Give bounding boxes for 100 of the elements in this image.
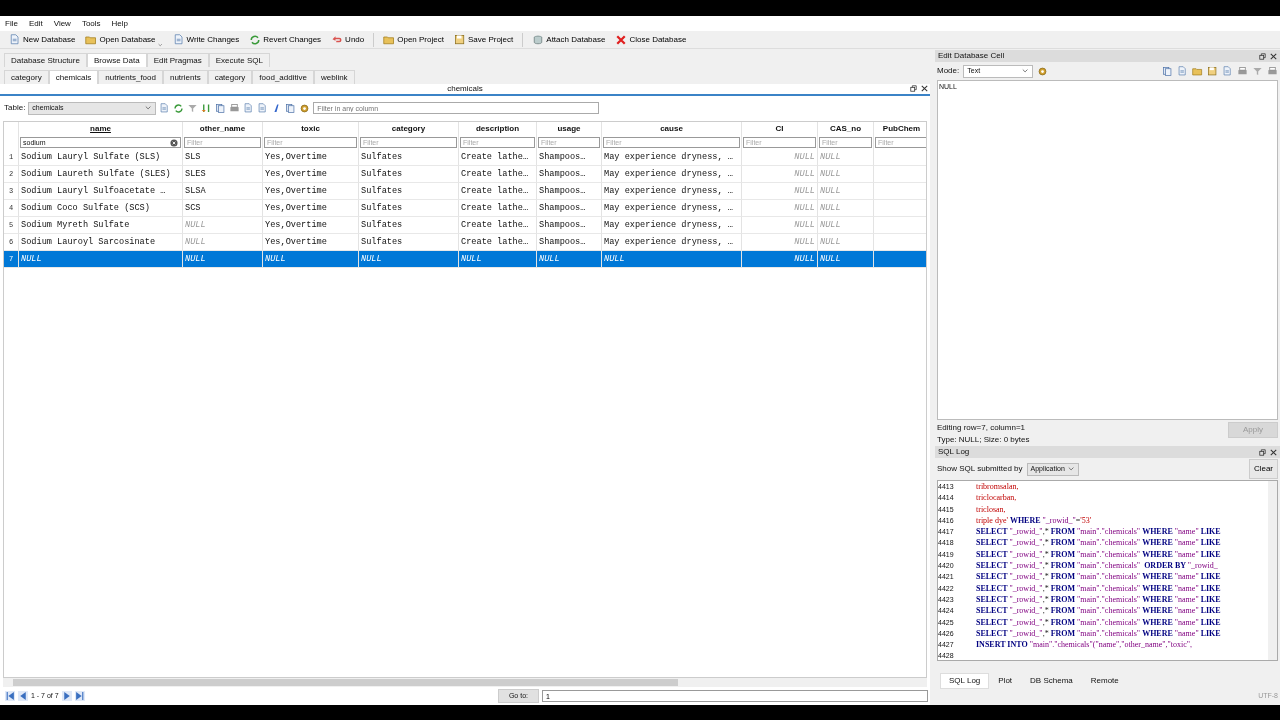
panel-title: Edit Database Cell [938, 50, 1005, 62]
document-icon[interactable] [159, 102, 171, 114]
restore-icon[interactable] [910, 85, 917, 92]
restore-icon[interactable] [1259, 52, 1266, 60]
code-line: triple dye' WHERE "_rowid_"='53' [976, 514, 1093, 527]
code-line: SELECT "_rowid_",* FROM "main"."chemicals" WHERE "name" LIKE [976, 605, 1222, 617]
clear-button[interactable]: Clear [1248, 459, 1278, 479]
toolbar-button[interactable]: Save Project [450, 31, 517, 48]
print-icon[interactable] [1237, 65, 1248, 77]
table-cell: NULL [818, 183, 874, 200]
main-tab[interactable]: Browse Data [86, 53, 147, 67]
filter-icon[interactable] [187, 102, 199, 114]
column-header[interactable]: cause [602, 122, 742, 136]
table-tab[interactable]: weblink [313, 70, 355, 84]
pages-icon[interactable] [285, 102, 297, 114]
print-icon[interactable] [1267, 65, 1278, 77]
table-cell: Yes,Overtime [263, 183, 359, 200]
print-icon[interactable] [229, 102, 241, 114]
column-header[interactable]: toxic [263, 122, 359, 136]
menu-item[interactable]: File [5, 17, 18, 30]
previous-page-icon[interactable] [18, 691, 28, 701]
table-cell: NULL [818, 166, 874, 183]
next-page-icon[interactable] [61, 691, 72, 701]
menu-item[interactable]: Tools [81, 17, 101, 30]
table-cell: Sodium Lauryl Sulfoacetate … [19, 183, 183, 200]
toolbar-button[interactable]: Open Database [82, 31, 166, 48]
table-cell: Sulfates [359, 183, 459, 200]
column-header[interactable]: category [359, 122, 459, 136]
table-cell: May experience dryness, … [602, 183, 742, 200]
status-text: Type: NULL; Size: 0 bytes [937, 434, 1030, 446]
code-line: SELECT "_rowid_",* FROM "main"."chemicals" WHERE "name" LIKE [976, 582, 1222, 594]
table-tab[interactable]: nutrients_food [98, 70, 163, 84]
column-header[interactable]: PubChem [874, 122, 926, 136]
column-header[interactable]: name [19, 122, 183, 136]
bottom-tab[interactable]: SQL Log [940, 673, 990, 689]
bottom-tab[interactable]: Plot [989, 673, 1022, 689]
code-line: SELECT "_rowid_",* FROM "main"."chemicals" WHERE "name" LIKE [976, 593, 1222, 606]
table-cell: NULL [459, 251, 537, 268]
table-tab[interactable]: category [4, 70, 49, 84]
close-icon[interactable] [1270, 448, 1277, 456]
pages-icon[interactable] [215, 102, 227, 114]
bottom-tab[interactable]: DB Schema [1021, 673, 1082, 689]
toolbar-button[interactable]: Open Project [380, 31, 447, 48]
table-cell: May experience dryness, … [602, 166, 742, 183]
bottom-tab[interactable]: Remote [1081, 673, 1128, 689]
main-tab[interactable]: Execute SQL [208, 53, 270, 67]
table-cell: SLES [183, 166, 263, 183]
table-cell: NULL [742, 149, 818, 166]
table-cell: Yes,Overtime [263, 200, 359, 217]
table-cell: Sulfates [359, 149, 459, 166]
column-header[interactable]: CAS_no [818, 122, 874, 136]
toolbar-button[interactable]: Write Changes [169, 31, 243, 48]
close-icon [615, 33, 628, 46]
document-icon [172, 33, 185, 46]
table-tab[interactable]: chemicals [48, 70, 99, 84]
column-header[interactable]: description [459, 122, 537, 136]
pages-icon[interactable] [1162, 65, 1173, 77]
main-tab[interactable]: Database Structure [4, 53, 87, 67]
document-icon[interactable] [1222, 65, 1233, 77]
table-tab[interactable]: food_additive [252, 70, 314, 84]
refresh-icon[interactable] [173, 102, 185, 114]
table-cell: Sodium Myreth Sulfate [19, 217, 183, 234]
table-cell: SCS [183, 200, 263, 217]
column-header[interactable]: usage [537, 122, 602, 136]
document-icon[interactable] [1177, 65, 1188, 77]
column-header[interactable]: CI [742, 122, 818, 136]
table-cell: NULL [19, 251, 183, 268]
code-line: SELECT "_rowid_",* FROM "main"."chemicals" WHERE "name" LIKE [976, 616, 1222, 628]
table-cell: May experience dryness, … [602, 217, 742, 234]
table-cell: SLS [183, 149, 263, 166]
caret-icon [1067, 465, 1075, 473]
toolbar-button[interactable]: Revert Changes [246, 31, 325, 48]
column-header[interactable]: other_name [183, 122, 263, 136]
horizontal-scrollbar[interactable] [3, 678, 927, 687]
first-page-icon[interactable] [5, 691, 15, 701]
clear-icon[interactable] [170, 138, 178, 147]
filter-icon[interactable] [1252, 65, 1263, 77]
menu-item[interactable]: View [53, 17, 71, 30]
menu-item[interactable]: Edit [28, 17, 43, 30]
menu-item[interactable]: Help [111, 17, 129, 30]
toolbar-button[interactable]: New Database [6, 31, 79, 48]
folder-icon[interactable] [1192, 65, 1203, 77]
document-icon[interactable] [243, 102, 255, 114]
document-icon [9, 33, 21, 46]
save-icon[interactable] [1207, 65, 1218, 77]
table-tab[interactable]: nutrients [162, 70, 208, 84]
close-icon[interactable] [1270, 52, 1277, 60]
caret-icon [1022, 67, 1030, 75]
table-cell: Sodium Coco Sulfate (SCS) [19, 200, 183, 217]
close-icon[interactable] [921, 85, 928, 92]
table-cell: NULL [602, 251, 742, 268]
restore-icon[interactable] [1259, 448, 1266, 456]
toolbar-button[interactable]: Undo [328, 31, 368, 48]
last-page-icon[interactable] [74, 691, 85, 701]
main-tab[interactable]: Edit Pragmas [146, 53, 209, 67]
table-tab[interactable]: category [207, 70, 253, 84]
vertical-scrollbar[interactable] [1268, 481, 1277, 660]
toolbar-button[interactable]: Close Database [612, 31, 690, 48]
toolbar-button[interactable]: Attach Database [529, 31, 609, 48]
table-cell: Shampoos… [537, 200, 602, 217]
